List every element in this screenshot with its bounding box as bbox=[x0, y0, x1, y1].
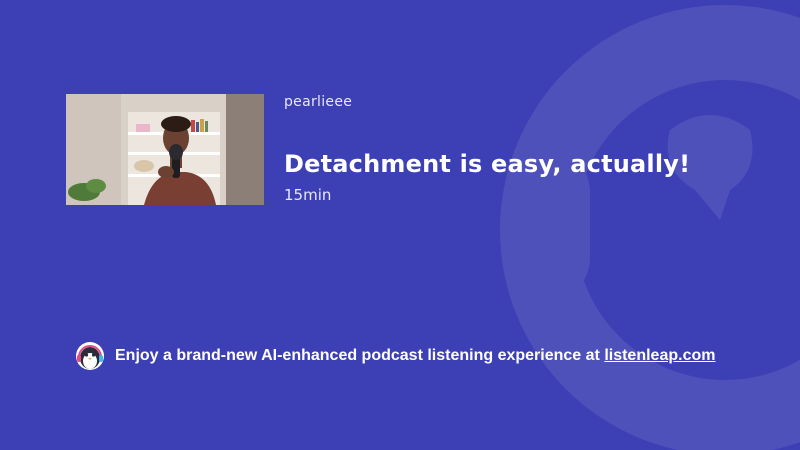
episode-title[interactable]: Detachment is easy, actually! bbox=[284, 150, 690, 178]
promo-banner: Enjoy a brand-new AI-enhanced podcast li… bbox=[75, 341, 715, 371]
headphones-watermark-icon bbox=[500, 5, 800, 450]
promo-message: Enjoy a brand-new AI-enhanced podcast li… bbox=[115, 347, 600, 364]
listenleap-link[interactable]: listenleap.com bbox=[604, 347, 715, 364]
episode-author[interactable]: pearlieee bbox=[284, 94, 352, 110]
episode-duration: 15min bbox=[284, 186, 332, 204]
promo-text: Enjoy a brand-new AI-enhanced podcast li… bbox=[115, 347, 715, 365]
podcast-thumbnail-image[interactable] bbox=[66, 94, 264, 205]
penguin-headphones-icon bbox=[76, 342, 104, 370]
